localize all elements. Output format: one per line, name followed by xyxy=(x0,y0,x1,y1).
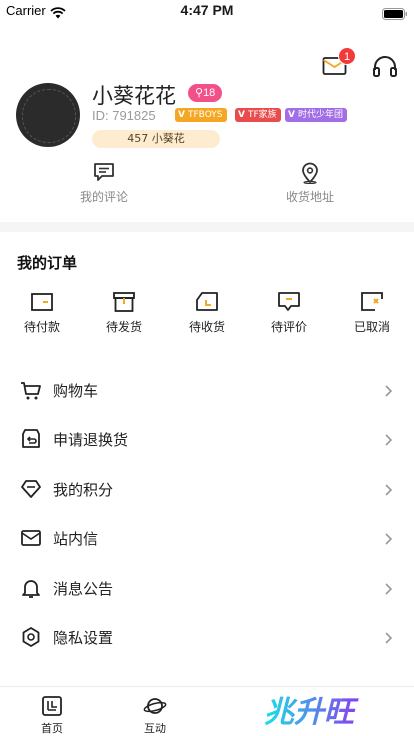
orders-title: 我的订单 xyxy=(17,254,78,272)
menu-label: 消息公告 xyxy=(53,580,114,598)
tab-home[interactable]: 首页 xyxy=(22,695,82,736)
cancelled-icon xyxy=(339,290,405,314)
fan-tag: V TF家族 xyxy=(235,108,281,122)
order-label: 待发货 xyxy=(105,320,142,334)
brand-logo: 兆升旺 xyxy=(262,688,366,732)
review-icon xyxy=(256,290,322,314)
headphones-icon xyxy=(372,56,398,83)
customer-service-button[interactable] xyxy=(372,55,398,79)
gear-icon xyxy=(20,626,42,648)
package-icon xyxy=(91,290,157,314)
fan-tag-label: TFBOYS xyxy=(188,110,223,120)
order-label: 待付款 xyxy=(23,320,60,334)
fan-tag-label: TF家族 xyxy=(248,110,277,120)
order-pending-shipment[interactable]: 待发货 xyxy=(91,290,157,335)
avatar[interactable] xyxy=(16,83,80,147)
order-label: 已取消 xyxy=(353,320,390,334)
order-pending-review[interactable]: 待评价 xyxy=(256,290,322,335)
cart-icon xyxy=(20,379,42,401)
comment-icon xyxy=(44,162,164,184)
menu-row-inbox[interactable]: 站内信 xyxy=(0,514,414,562)
messages-button[interactable]: 1 xyxy=(322,47,356,78)
tag-v-icon: V xyxy=(238,110,245,120)
tag-v-icon: V xyxy=(288,110,295,120)
shipping-address-label: 收货地址 xyxy=(285,190,334,204)
chevron-right-icon xyxy=(384,383,393,402)
menu-label: 站内信 xyxy=(53,530,99,548)
menu-label: 购物车 xyxy=(53,382,99,400)
menu-row-return[interactable]: 申请退换货 xyxy=(0,415,414,463)
menu-row-points[interactable]: 我的积分 xyxy=(0,465,414,513)
mail-icon xyxy=(20,527,42,549)
user-id: ID: 791825 xyxy=(92,108,156,123)
order-label: 待收货 xyxy=(188,320,225,334)
my-comments-label: 我的评论 xyxy=(79,190,128,204)
shipping-address-link[interactable]: 收货地址 xyxy=(250,162,370,205)
fan-tag-label: 时代少年团 xyxy=(298,110,344,120)
chevron-right-icon xyxy=(384,432,393,451)
level-glyph-icon: ⚲ xyxy=(195,87,204,99)
truck-icon xyxy=(174,290,240,314)
battery-icon xyxy=(382,5,408,24)
chevron-right-icon xyxy=(384,531,393,550)
menu-label: 申请退换货 xyxy=(53,431,129,449)
menu-row-cart[interactable]: 购物车 xyxy=(0,366,414,414)
tab-label: 首页 xyxy=(41,722,63,735)
tab-label: 互动 xyxy=(144,722,166,735)
order-cancelled[interactable]: 已取消 xyxy=(339,290,405,335)
level-value: 18 xyxy=(203,87,216,99)
my-comments-link[interactable]: 我的评论 xyxy=(44,162,164,205)
menu-row-announcements[interactable]: 消息公告 xyxy=(0,564,414,612)
fan-tag: V 时代少年团 xyxy=(285,108,348,122)
return-icon xyxy=(20,428,42,450)
points-pill[interactable]: 457 小葵花 xyxy=(92,130,220,148)
menu-label: 隐私设置 xyxy=(53,629,114,647)
order-label: 待评价 xyxy=(270,320,307,334)
level-badge: ⚲18 xyxy=(188,84,223,102)
chevron-right-icon xyxy=(384,581,393,600)
message-count-badge: 1 xyxy=(338,47,356,65)
diamond-icon xyxy=(20,478,42,500)
order-pending-payment[interactable]: 待付款 xyxy=(9,290,75,335)
tag-v-icon: V xyxy=(178,110,185,120)
menu-row-privacy[interactable]: 隐私设置 xyxy=(0,613,414,661)
brand-wordmark: 兆升旺 xyxy=(264,695,359,730)
menu-label: 我的积分 xyxy=(53,481,114,499)
home-icon xyxy=(22,695,82,717)
chevron-right-icon xyxy=(384,630,393,649)
tab-interact[interactable]: 互动 xyxy=(125,695,185,736)
fan-tag: V TFBOYS xyxy=(175,108,227,122)
chevron-right-icon xyxy=(384,482,393,501)
order-pending-receipt[interactable]: 待收货 xyxy=(174,290,240,335)
username: 小葵花花 xyxy=(92,84,176,108)
wallet-icon xyxy=(9,290,75,314)
bell-icon xyxy=(20,577,42,599)
planet-icon xyxy=(125,695,185,717)
section-divider xyxy=(0,222,414,232)
status-time: 4:47 PM xyxy=(180,2,234,18)
status-bar: Carrier 4:47 PM xyxy=(0,0,414,22)
location-pin-icon xyxy=(250,162,370,184)
